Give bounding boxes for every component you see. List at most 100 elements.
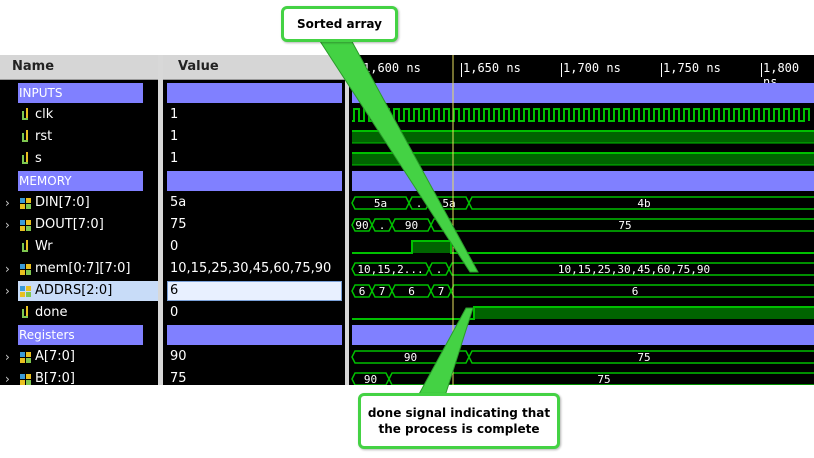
signal-name: Wr — [35, 239, 53, 254]
addrs-bus-label: 6 — [632, 285, 639, 298]
value-row-addrs[interactable]: 6 — [163, 280, 345, 302]
signal-value: 6 — [170, 283, 179, 298]
waveform-canvas[interactable]: 5a. 5a 4b 90. 90 75 10,15,2.... 10,15,25,30,45,… — [349, 55, 814, 385]
signal-name: DIN[7:0] — [35, 195, 90, 210]
expand-chevron-icon[interactable]: › — [5, 346, 10, 368]
clk-wave — [352, 108, 810, 122]
signal-value: 10,15,25,30,45,60,75,90 — [170, 261, 332, 276]
value-row-b[interactable]: 75 — [163, 368, 345, 390]
signal-value: 1 — [170, 107, 179, 122]
addrs-bus-wave — [351, 284, 814, 298]
signal-row-addrs[interactable]: › ADDRS[2:0] — [0, 280, 158, 302]
dout-bus-wave — [351, 218, 814, 232]
signal-row-a[interactable]: › A[7:0] — [0, 346, 158, 368]
group-value-highlight — [167, 325, 342, 345]
value-panel: Value 1 1 1 5a 75 0 10,15,25,30,45,60,75,90 6 0 9… — [163, 55, 345, 386]
signal-name: clk — [35, 107, 54, 122]
group-value-highlight — [167, 83, 342, 103]
name-column-header[interactable]: Name — [0, 55, 158, 80]
mem-bus-label: 10,15,25,30,45,60,75,90 — [558, 263, 710, 276]
din-bus-label: . — [416, 197, 423, 210]
signal-row-s[interactable]: s — [0, 148, 158, 170]
mem-bus-label: 10,15,2... — [357, 263, 423, 276]
s-wave-fill — [352, 153, 814, 165]
dout-bus-label: 90 — [405, 219, 418, 232]
signal-name: A[7:0] — [35, 349, 75, 364]
signal-value: 1 — [170, 129, 179, 144]
expand-chevron-icon[interactable]: › — [5, 258, 10, 280]
group-label: INPUTS — [19, 86, 63, 100]
done-high-fill — [474, 307, 814, 319]
value-column-header[interactable]: Value — [163, 55, 345, 80]
group-wave-bar — [352, 171, 814, 191]
signal-row-done[interactable]: done — [0, 302, 158, 324]
value-row-dout[interactable]: 75 — [163, 214, 345, 236]
signal-value: 1 — [170, 151, 179, 166]
value-row-rst[interactable]: 1 — [163, 126, 345, 148]
signal-row-dout[interactable]: › DOUT[7:0] — [0, 214, 158, 236]
addrs-bus-label: 6 — [408, 285, 415, 298]
done-callout-line2: the process is complete — [378, 422, 540, 436]
signal-row-inputs[interactable]: INPUTS — [0, 82, 158, 104]
signal-row-clk[interactable]: clk — [0, 104, 158, 126]
group-label: Registers — [19, 328, 75, 342]
signal-value: 75 — [170, 371, 187, 386]
din-bus-label: 5a — [374, 197, 387, 210]
group-label: MEMORY — [19, 174, 72, 188]
addrs-bus-label: 7 — [379, 285, 386, 298]
expand-chevron-icon[interactable]: › — [5, 192, 10, 214]
expand-chevron-icon[interactable]: › — [5, 214, 10, 236]
signal-row-memory[interactable]: MEMORY — [0, 170, 158, 192]
expand-chevron-icon[interactable]: › — [5, 280, 10, 302]
signal-row-registers[interactable]: Registers — [0, 324, 158, 346]
signal-row-wr[interactable]: Wr — [0, 236, 158, 258]
b-bus-wave — [351, 372, 814, 385]
signal-name: ADDRS[2:0] — [35, 283, 113, 298]
bus-signal-icon — [19, 214, 33, 236]
value-row-wr[interactable]: 0 — [163, 236, 345, 258]
bus-signal-icon — [19, 258, 33, 280]
done-signal-callout: done signal indicating that the process … — [358, 393, 560, 449]
mem-bus-label: . — [436, 263, 443, 276]
addrs-bus-label: 7 — [438, 285, 445, 298]
signal-row-b[interactable]: › B[7:0] — [0, 368, 158, 390]
rst-wave-fill — [352, 131, 814, 143]
dout-bus-label: 75 — [618, 219, 631, 232]
din-bus-label: 5a — [442, 197, 455, 210]
addrs-bus-label: 6 — [359, 285, 366, 298]
signal-value: 0 — [170, 305, 179, 320]
signal-value: 5a — [170, 195, 187, 210]
dout-bus-label: 90 — [355, 219, 368, 232]
signal-name: DOUT[7:0] — [35, 217, 104, 232]
a-bus-label: 75 — [637, 351, 650, 364]
value-row-din[interactable]: 5a — [163, 192, 345, 214]
value-row-a[interactable]: 90 — [163, 346, 345, 368]
expand-chevron-icon[interactable]: › — [5, 368, 10, 390]
bit-signal-icon — [19, 104, 33, 126]
value-row-inputs[interactable] — [163, 82, 345, 104]
value-row-registers[interactable] — [163, 324, 345, 346]
value-row-s[interactable]: 1 — [163, 148, 345, 170]
b-bus-label: 75 — [597, 373, 610, 385]
signal-name: s — [35, 151, 42, 166]
value-row-memory[interactable] — [163, 170, 345, 192]
signal-row-rst[interactable]: rst — [0, 126, 158, 148]
signal-name: mem[0:7][7:0] — [35, 261, 131, 276]
value-row-clk[interactable]: 1 — [163, 104, 345, 126]
name-panel: Name INPUTS clk rst s MEMORY › DIN[7:0] › DOUT[7… — [0, 55, 158, 386]
bit-signal-icon — [19, 148, 33, 170]
signal-value: 0 — [170, 239, 179, 254]
group-wave-bar — [352, 325, 814, 345]
b-bus-label: 90 — [364, 373, 377, 385]
signal-row-mem[interactable]: › mem[0:7][7:0] — [0, 258, 158, 280]
bus-signal-icon — [19, 368, 33, 390]
bit-signal-icon — [19, 302, 33, 324]
value-row-done[interactable]: 0 — [163, 302, 345, 324]
waveform-panel[interactable]: 1,600 ns 1,650 ns 1,700 ns 1,750 ns 1,800 ns… — [349, 55, 814, 385]
signal-name: B[7:0] — [35, 371, 75, 386]
signal-row-din[interactable]: › DIN[7:0] — [0, 192, 158, 214]
value-row-mem[interactable]: 10,15,25,30,45,60,75,90 — [163, 258, 345, 280]
sorted-array-callout: Sorted array — [281, 6, 398, 42]
sorted-array-callout-text: Sorted array — [297, 17, 382, 31]
bit-signal-icon — [19, 126, 33, 148]
